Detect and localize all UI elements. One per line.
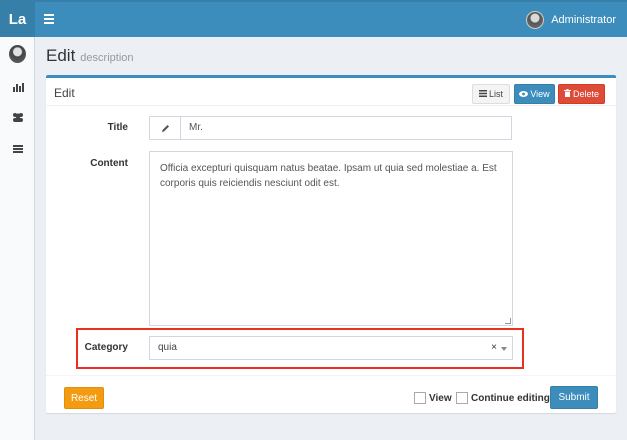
content-text: Officia excepturi quisquam natus beatae.… bbox=[160, 163, 497, 189]
user-avatar bbox=[526, 11, 545, 29]
category-selected-value: quia bbox=[158, 342, 177, 353]
pencil-icon bbox=[150, 117, 181, 139]
view-checkbox-box[interactable] bbox=[414, 392, 426, 404]
view-button-label: View bbox=[530, 89, 550, 99]
list-button-label: List bbox=[488, 89, 503, 99]
delete-button-label: Delete bbox=[572, 89, 599, 99]
eye-icon bbox=[519, 89, 529, 99]
content-label: Content bbox=[90, 158, 128, 169]
page-title: Edit bbox=[46, 46, 76, 65]
top-navbar: La Administrator bbox=[0, 0, 627, 37]
app-logo[interactable]: La bbox=[0, 2, 35, 37]
view-checkbox-label: View bbox=[429, 392, 452, 404]
continue-editing-label: Continue editing bbox=[471, 392, 550, 404]
reset-button[interactable]: Reset bbox=[64, 387, 104, 409]
list-icon[interactable] bbox=[12, 144, 24, 154]
box-footer: Reset View Continue editing Submit bbox=[46, 375, 616, 416]
list-icon bbox=[478, 89, 487, 99]
box-title: Edit bbox=[54, 86, 75, 100]
resize-handle-icon[interactable] bbox=[505, 318, 511, 324]
chevron-down-icon[interactable] bbox=[501, 347, 507, 351]
title-label: Title bbox=[107, 122, 128, 133]
user-menu[interactable]: Administrator bbox=[526, 9, 616, 31]
trash-icon bbox=[563, 89, 571, 99]
title-input-group: Mr. bbox=[149, 116, 512, 140]
users-icon[interactable] bbox=[12, 112, 24, 122]
clear-icon[interactable]: × bbox=[491, 337, 497, 359]
bar-chart-icon[interactable] bbox=[12, 82, 24, 92]
sidebar bbox=[0, 37, 35, 440]
content-textarea[interactable]: Officia excepturi quisquam natus beatae.… bbox=[149, 151, 513, 326]
view-button[interactable]: View bbox=[514, 84, 555, 104]
delete-button[interactable]: Delete bbox=[558, 84, 605, 104]
content-header: Edit description bbox=[46, 46, 134, 66]
continue-editing-checkbox[interactable]: Continue editing bbox=[456, 392, 550, 404]
view-checkbox[interactable]: View bbox=[414, 392, 452, 404]
user-name: Administrator bbox=[551, 14, 616, 26]
list-button[interactable]: List bbox=[472, 84, 510, 104]
submit-button[interactable]: Submit bbox=[550, 386, 598, 409]
edit-box: Edit List View Delete Title Mr. Content bbox=[46, 75, 616, 413]
continue-editing-checkbox-box[interactable] bbox=[456, 392, 468, 404]
category-label: Category bbox=[84, 342, 128, 353]
sidebar-avatar bbox=[9, 45, 26, 63]
title-input[interactable]: Mr. bbox=[181, 117, 203, 139]
box-header: Edit List View Delete bbox=[46, 78, 616, 106]
category-select[interactable]: quia × bbox=[149, 336, 513, 360]
hamburger-icon[interactable] bbox=[44, 11, 56, 27]
page-subtitle: description bbox=[80, 52, 134, 64]
